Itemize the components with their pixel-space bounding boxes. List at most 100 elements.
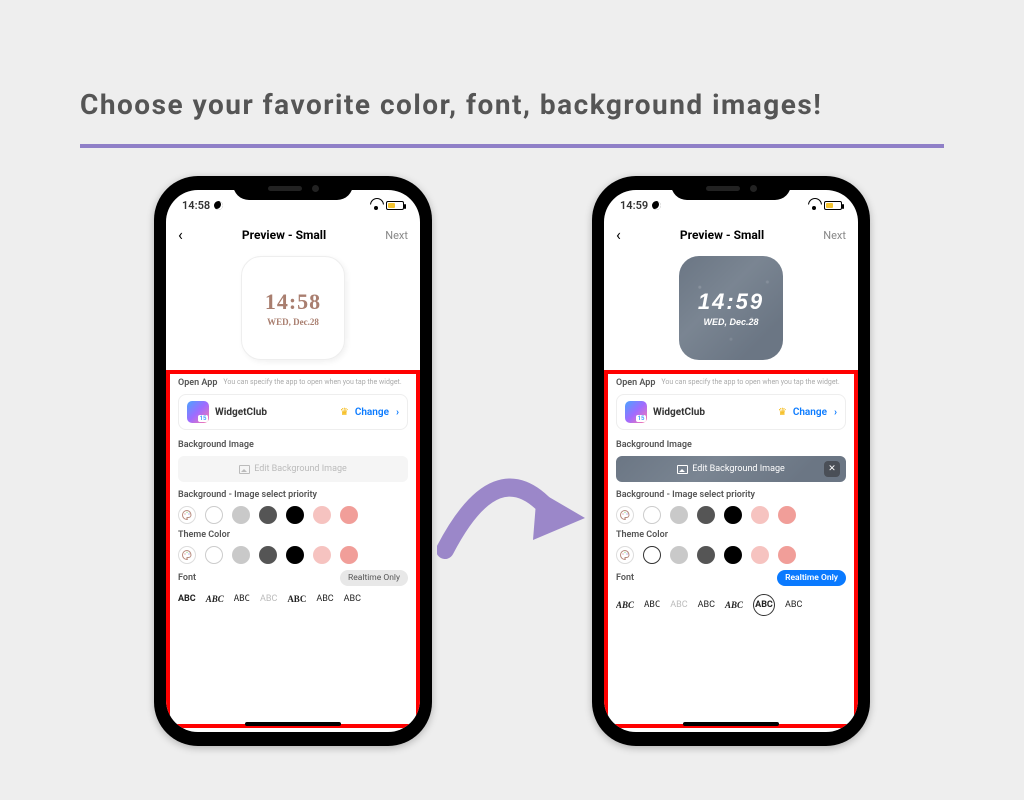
app-name: WidgetClub: [215, 407, 334, 418]
edit-background-button[interactable]: Edit Background Image: [178, 456, 408, 482]
font-option[interactable]: ABC: [178, 594, 196, 604]
widget-preview-area: 14:59 WED, Dec.28: [604, 250, 858, 370]
back-button[interactable]: ‹: [616, 227, 621, 243]
font-option[interactable]: ABC: [670, 600, 687, 610]
back-button[interactable]: ‹: [178, 227, 183, 243]
edit-bg-label: Edit Background Image: [692, 464, 785, 474]
realtime-pill[interactable]: Realtime Only: [340, 570, 408, 586]
app-icon: [187, 401, 209, 423]
change-app-link[interactable]: Change: [355, 407, 389, 418]
divider: [80, 144, 944, 148]
color-swatch[interactable]: [670, 506, 688, 524]
color-swatch[interactable]: [643, 506, 661, 524]
phones-row: 14:58 ‹ Preview - Small Next 14:58 WED, …: [0, 176, 1024, 746]
font-option[interactable]: ABC: [206, 594, 224, 604]
wifi-icon: [370, 201, 382, 210]
font-option[interactable]: ABC: [698, 600, 715, 610]
font-label: Font: [178, 573, 196, 583]
phone-notch: [233, 176, 353, 200]
color-swatch[interactable]: [751, 506, 769, 524]
widget-date: WED, Dec.28: [267, 317, 319, 327]
crown-icon: ♛: [340, 407, 349, 418]
app-icon: [625, 401, 647, 423]
font-option[interactable]: ABC: [260, 594, 277, 604]
palette-icon[interactable]: [178, 546, 196, 564]
color-swatch[interactable]: [697, 546, 715, 564]
theme-color-label: Theme Color: [616, 530, 846, 540]
theme-color-label: Theme Color: [178, 530, 408, 540]
open-app-card[interactable]: WidgetClub ♛ Change ›: [616, 394, 846, 430]
font-option[interactable]: ABC: [316, 594, 333, 604]
open-app-label: Open App: [178, 378, 217, 388]
next-button[interactable]: Next: [823, 229, 846, 242]
phone-right: 14:59 ‹ Preview - Small Next 14:59 WED, …: [592, 176, 870, 746]
palette-icon[interactable]: [616, 506, 634, 524]
font-option[interactable]: ABC: [644, 600, 660, 610]
color-swatch[interactable]: [286, 546, 304, 564]
nav-bar: ‹ Preview - Small Next: [604, 220, 858, 250]
phone-notch: [671, 176, 791, 200]
color-swatch[interactable]: [340, 506, 358, 524]
open-app-card[interactable]: WidgetClub ♛ Change ›: [178, 394, 408, 430]
color-swatch[interactable]: [259, 506, 277, 524]
status-time: 14:59: [620, 199, 648, 212]
widget-preview[interactable]: 14:58 WED, Dec.28: [241, 256, 345, 360]
page-headline: Choose your favorite color, font, backgr…: [80, 88, 944, 121]
dnd-moon-icon: [214, 201, 223, 210]
color-swatch[interactable]: [232, 506, 250, 524]
font-option[interactable]: ABC: [725, 600, 743, 610]
color-swatch[interactable]: [313, 506, 331, 524]
bg-image-label: Background Image: [616, 440, 846, 450]
widget-preview[interactable]: 14:59 WED, Dec.28: [679, 256, 783, 360]
font-option[interactable]: ABC: [234, 594, 250, 604]
color-swatch[interactable]: [259, 546, 277, 564]
crown-icon: ♛: [778, 407, 787, 418]
nav-title: Preview - Small: [242, 228, 326, 242]
home-indicator: [683, 722, 779, 726]
nav-title: Preview - Small: [680, 228, 764, 242]
color-swatch[interactable]: [340, 546, 358, 564]
font-option[interactable]: ABC: [785, 600, 802, 610]
next-button[interactable]: Next: [385, 229, 408, 242]
font-samples-row: ABC ABC ABC ABC ABC ABC ABC: [178, 594, 408, 604]
wifi-icon: [808, 201, 820, 210]
color-swatch[interactable]: [778, 546, 796, 564]
font-samples-row: ABC ABC ABC ABC ABC ABC ABC: [616, 594, 846, 616]
palette-icon[interactable]: [178, 506, 196, 524]
chevron-right-icon: ›: [396, 407, 399, 418]
palette-icon[interactable]: [616, 546, 634, 564]
color-swatch[interactable]: [205, 546, 223, 564]
editor-panel: Open App You can specify the app to open…: [604, 370, 858, 728]
battery-icon: [824, 201, 842, 210]
color-swatch[interactable]: [724, 546, 742, 564]
chevron-right-icon: ›: [834, 407, 837, 418]
realtime-pill[interactable]: Realtime Only: [777, 570, 846, 586]
clear-bg-button[interactable]: ✕: [824, 461, 840, 477]
battery-icon: [386, 201, 404, 210]
font-label: Font: [616, 573, 634, 583]
bg-color-row: [178, 506, 408, 524]
edit-bg-label: Edit Background Image: [254, 464, 347, 474]
color-swatch[interactable]: [232, 546, 250, 564]
editor-panel: Open App You can specify the app to open…: [166, 370, 420, 728]
color-swatch[interactable]: [778, 506, 796, 524]
phone-left: 14:58 ‹ Preview - Small Next 14:58 WED, …: [154, 176, 432, 746]
font-option[interactable]: ABC: [616, 600, 634, 610]
color-swatch[interactable]: [205, 506, 223, 524]
color-swatch[interactable]: [751, 546, 769, 564]
edit-background-button[interactable]: Edit Background Image ✕: [616, 456, 846, 482]
font-option[interactable]: ABC: [344, 594, 361, 604]
widget-date: WED, Dec.28: [703, 317, 758, 327]
color-swatch[interactable]: [313, 546, 331, 564]
color-swatch-selected[interactable]: [643, 546, 661, 564]
bg-priority-label: Background - Image select priority: [616, 490, 846, 500]
color-swatch[interactable]: [697, 506, 715, 524]
image-icon: [239, 465, 250, 474]
color-swatch[interactable]: [670, 546, 688, 564]
change-app-link[interactable]: Change: [793, 407, 827, 418]
font-option-selected[interactable]: ABC: [753, 594, 775, 616]
status-time: 14:58: [182, 199, 210, 212]
font-option[interactable]: ABC: [287, 594, 306, 604]
color-swatch[interactable]: [724, 506, 742, 524]
color-swatch[interactable]: [286, 506, 304, 524]
